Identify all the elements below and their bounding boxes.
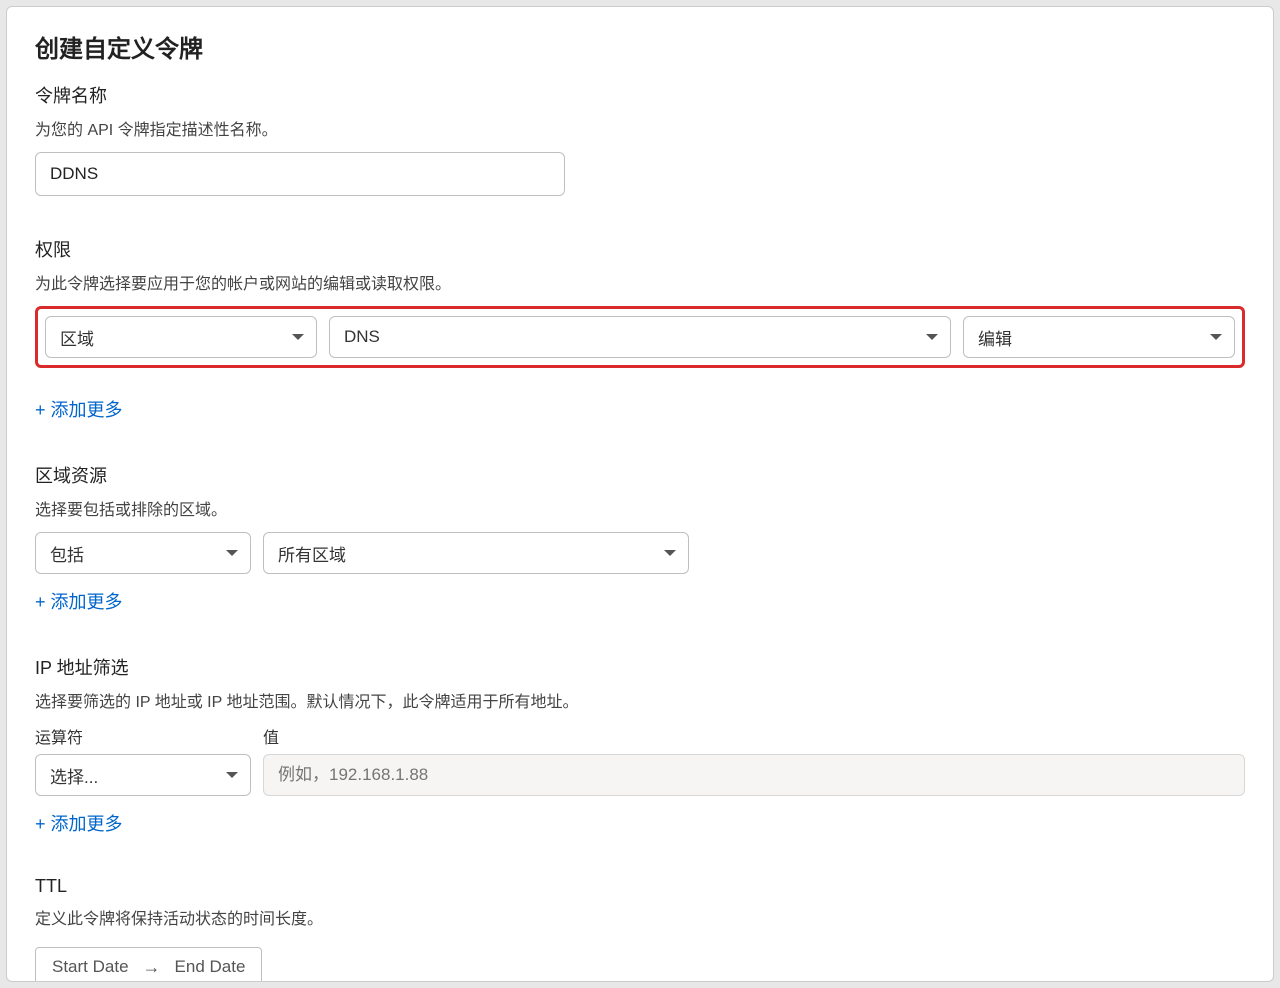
start-date-text: Start Date — [52, 957, 129, 977]
chevron-down-icon — [226, 550, 238, 556]
end-date-text: End Date — [175, 957, 246, 977]
section-ip-filter: IP 地址筛选 选择要筛选的 IP 地址或 IP 地址范围。默认情况下，此令牌适… — [35, 654, 1245, 836]
ip-filter-label: IP 地址筛选 — [35, 654, 1245, 680]
permissions-row-highlight: 区域 DNS 编辑 — [35, 306, 1245, 368]
zone-target-select[interactable]: 所有区域 — [263, 532, 689, 574]
zone-resources-desc: 选择要包括或排除的区域。 — [35, 496, 1245, 520]
token-name-input[interactable] — [35, 152, 565, 196]
page-title: 创建自定义令牌 — [35, 29, 1245, 64]
section-zone-resources: 区域资源 选择要包括或排除的区域。 包括 所有区域 + 添加更多 — [35, 462, 1245, 614]
token-name-label: 令牌名称 — [35, 82, 1245, 108]
zone-mode-value: 包括 — [50, 541, 84, 566]
zone-add-more-button[interactable]: + 添加更多 — [35, 588, 123, 614]
token-name-desc: 为您的 API 令牌指定描述性名称。 — [35, 116, 1245, 140]
value-column-label: 值 — [263, 724, 279, 748]
chevron-down-icon — [292, 334, 304, 340]
chevron-down-icon — [926, 334, 938, 340]
chevron-down-icon — [664, 550, 676, 556]
chevron-down-icon — [1210, 334, 1222, 340]
permissions-label: 权限 — [35, 236, 1245, 262]
operator-column-label: 运算符 — [35, 724, 251, 748]
permission-scope-select[interactable]: 区域 — [45, 316, 317, 358]
permission-level-value: 编辑 — [978, 325, 1012, 350]
permission-level-select[interactable]: 编辑 — [963, 316, 1235, 358]
permission-resource-value: DNS — [344, 327, 380, 347]
ip-value-input[interactable] — [263, 754, 1245, 796]
permission-scope-value: 区域 — [60, 325, 94, 350]
section-token-name: 令牌名称 为您的 API 令牌指定描述性名称。 — [35, 82, 1245, 196]
arrow-right-icon: → — [143, 957, 161, 978]
zone-mode-select[interactable]: 包括 — [35, 532, 251, 574]
ip-add-more-button[interactable]: + 添加更多 — [35, 810, 123, 836]
ip-filter-desc: 选择要筛选的 IP 地址或 IP 地址范围。默认情况下，此令牌适用于所有地址。 — [35, 688, 1245, 712]
ttl-label: TTL — [35, 876, 1245, 897]
section-ttl: TTL 定义此令牌将保持活动状态的时间长度。 Start Date → End … — [35, 876, 1245, 982]
chevron-down-icon — [226, 772, 238, 778]
ttl-date-range-picker[interactable]: Start Date → End Date — [35, 947, 262, 982]
section-permissions: 权限 为此令牌选择要应用于您的帐户或网站的编辑或读取权限。 区域 DNS 编辑 … — [35, 236, 1245, 422]
permissions-desc: 为此令牌选择要应用于您的帐户或网站的编辑或读取权限。 — [35, 270, 1245, 294]
permission-resource-select[interactable]: DNS — [329, 316, 951, 358]
permissions-add-more-button[interactable]: + 添加更多 — [35, 396, 123, 422]
ip-operator-value: 选择... — [50, 763, 98, 788]
ttl-desc: 定义此令牌将保持活动状态的时间长度。 — [35, 905, 1245, 929]
zone-resources-label: 区域资源 — [35, 462, 1245, 488]
ip-operator-select[interactable]: 选择... — [35, 754, 251, 796]
zone-target-value: 所有区域 — [278, 541, 346, 566]
